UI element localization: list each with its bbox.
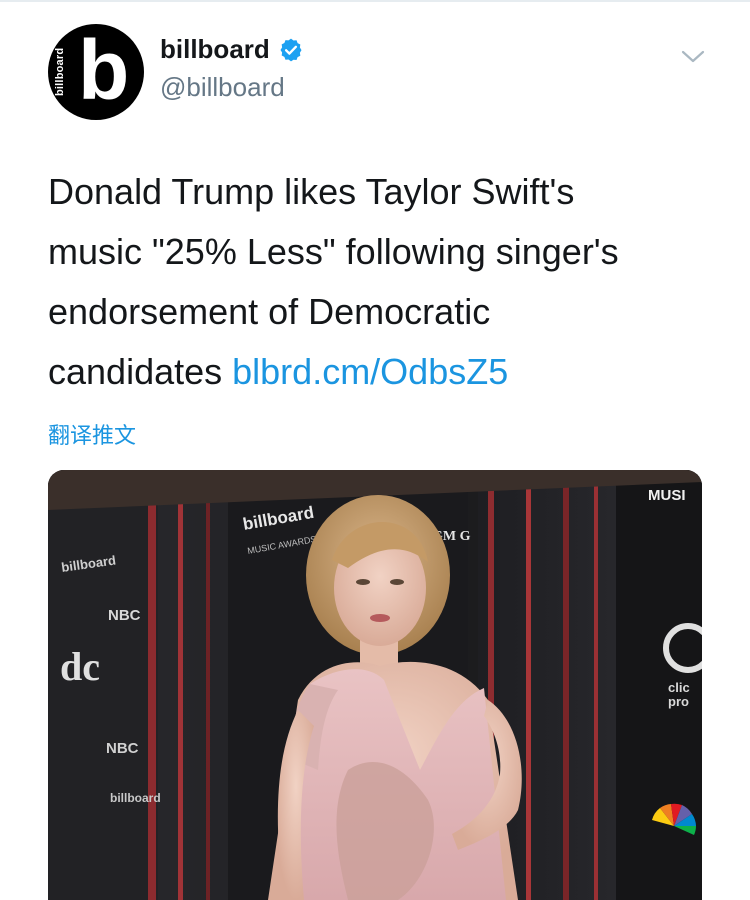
svg-text:MUSI: MUSI bbox=[648, 487, 686, 504]
svg-text:NBC: NBC bbox=[108, 607, 141, 624]
account-handle[interactable]: @billboard bbox=[160, 72, 285, 103]
svg-text:clic: clic bbox=[668, 680, 690, 695]
svg-text:NBC: NBC bbox=[106, 740, 139, 757]
account-name[interactable]: billboard bbox=[160, 34, 270, 65]
avatar[interactable]: billboard b bbox=[48, 24, 144, 120]
tweet-photo[interactable]: billboard NBC dc NBC billboard billboard… bbox=[48, 470, 702, 900]
top-divider bbox=[0, 0, 750, 2]
tweet-text-line: Donald Trump likes Taylor Swift's bbox=[48, 171, 575, 212]
svg-text:billboard: billboard bbox=[110, 791, 161, 805]
tweet-text-line: candidates bbox=[48, 351, 233, 392]
tweet-link[interactable]: blbrd.cm/OdbsZ5 bbox=[232, 351, 508, 392]
svg-text:dc: dc bbox=[60, 644, 100, 689]
chevron-down-icon[interactable] bbox=[680, 48, 706, 66]
tweet-text-line: endorsement of Democratic bbox=[48, 291, 491, 332]
tweet-text: Donald Trump likes Taylor Swift's music … bbox=[48, 162, 708, 402]
translate-tweet-link[interactable]: 翻译推文 bbox=[48, 418, 136, 450]
verified-badge-icon bbox=[280, 38, 302, 61]
avatar-logo-mark: b bbox=[78, 24, 130, 117]
tweet-text-line: music "25% Less" following singer's bbox=[48, 231, 619, 272]
svg-text:pro: pro bbox=[668, 694, 689, 709]
account-name-row: billboard bbox=[160, 34, 304, 65]
avatar-side-text: billboard bbox=[54, 47, 66, 97]
